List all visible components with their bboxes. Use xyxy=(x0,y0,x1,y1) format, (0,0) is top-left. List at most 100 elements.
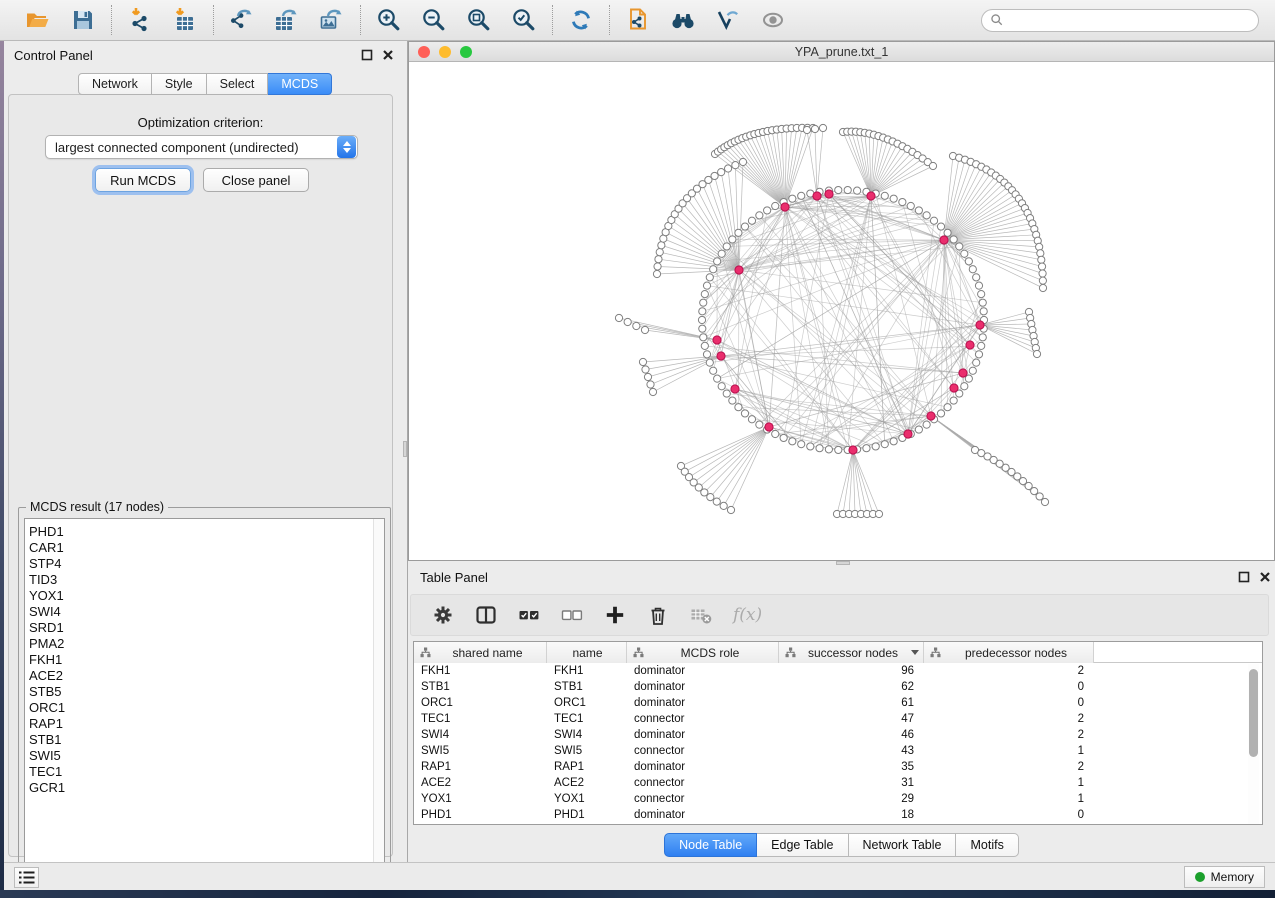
mcds-result-list[interactable]: PHD1CAR1STP4TID3YOX1SWI4SRD1PMA2FKH1ACE2… xyxy=(24,518,385,875)
table-cell[interactable]: RAP1 xyxy=(414,759,547,775)
mcds-result-item[interactable]: SRD1 xyxy=(29,620,384,636)
table-cell[interactable]: RAP1 xyxy=(547,759,627,775)
table-row[interactable]: ORC1ORC1dominator610 xyxy=(414,695,1262,711)
table-cell[interactable]: connector xyxy=(627,711,779,727)
table-cell[interactable]: TEC1 xyxy=(547,711,627,727)
table-cell[interactable]: SWI5 xyxy=(547,743,627,759)
table-cell[interactable]: YOX1 xyxy=(547,791,627,807)
mcds-result-item[interactable]: RAP1 xyxy=(29,716,384,732)
table-row[interactable]: FKH1FKH1dominator962 xyxy=(414,663,1262,679)
table-cell[interactable]: dominator xyxy=(627,727,779,743)
column-header-predecessor-nodes[interactable]: predecessor nodes xyxy=(924,642,1094,663)
table-cell[interactable]: connector xyxy=(627,743,779,759)
table-cell[interactable]: 0 xyxy=(924,695,1094,711)
mcds-result-item[interactable]: PMA2 xyxy=(29,636,384,652)
zoom-fit-button[interactable] xyxy=(465,6,493,34)
export-image-button[interactable] xyxy=(318,6,346,34)
tab-network[interactable]: Network xyxy=(78,73,152,95)
table-cell[interactable]: FKH1 xyxy=(547,663,627,679)
table-cell[interactable]: 46 xyxy=(779,727,924,743)
table-settings-button[interactable] xyxy=(432,602,454,628)
network-view-titlebar[interactable]: YPA_prune.txt_1 xyxy=(409,42,1274,62)
column-header-MCDS-role[interactable]: MCDS role xyxy=(627,642,779,663)
table-cell[interactable]: SWI4 xyxy=(414,727,547,743)
show-columns-button[interactable] xyxy=(475,602,497,628)
tab-mcds[interactable]: MCDS xyxy=(268,73,332,95)
zoom-out-button[interactable] xyxy=(420,6,448,34)
delete-columns-button[interactable] xyxy=(647,602,669,628)
table-cell[interactable]: STB1 xyxy=(547,679,627,695)
export-table-button[interactable] xyxy=(273,6,301,34)
table-cell[interactable]: ACE2 xyxy=(414,775,547,791)
table-cell[interactable]: 2 xyxy=(924,711,1094,727)
apply-preferred-layout-button[interactable] xyxy=(567,6,595,34)
network-canvas[interactable] xyxy=(409,62,1274,560)
table-cell[interactable]: 29 xyxy=(779,791,924,807)
hide-graphics-details-button[interactable] xyxy=(714,6,742,34)
table-cell[interactable]: 61 xyxy=(779,695,924,711)
open-session-button[interactable] xyxy=(24,6,52,34)
select-all-rows-button[interactable] xyxy=(518,602,540,628)
table-cell[interactable]: 62 xyxy=(779,679,924,695)
table-cell[interactable]: 2 xyxy=(924,759,1094,775)
table-cell[interactable]: 43 xyxy=(779,743,924,759)
table-cell[interactable]: PHD1 xyxy=(414,807,547,823)
tab-network-table[interactable]: Network Table xyxy=(849,833,957,857)
table-cell[interactable]: PHD1 xyxy=(547,807,627,823)
save-session-button[interactable] xyxy=(69,6,97,34)
table-row[interactable]: TEC1TEC1connector472 xyxy=(414,711,1262,727)
import-network-button[interactable] xyxy=(126,6,154,34)
export-network-button[interactable] xyxy=(228,6,256,34)
table-cell[interactable]: dominator xyxy=(627,807,779,823)
mcds-list-scrollbar[interactable] xyxy=(373,519,384,874)
table-row[interactable]: SWI5SWI5connector431 xyxy=(414,743,1262,759)
scrollbar-thumb[interactable] xyxy=(1249,669,1258,757)
table-cell[interactable]: ACE2 xyxy=(547,775,627,791)
search-input[interactable] xyxy=(1004,13,1250,27)
table-cell[interactable]: dominator xyxy=(627,759,779,775)
zoom-in-button[interactable] xyxy=(375,6,403,34)
table-cell[interactable]: YOX1 xyxy=(414,791,547,807)
mcds-result-item[interactable]: CAR1 xyxy=(29,540,384,556)
table-cell[interactable]: 1 xyxy=(924,791,1094,807)
panel-menu-button[interactable] xyxy=(14,867,39,888)
table-cell[interactable]: ORC1 xyxy=(547,695,627,711)
mcds-result-item[interactable]: GCR1 xyxy=(29,780,384,796)
table-cell[interactable]: dominator xyxy=(627,695,779,711)
mcds-result-item[interactable]: STP4 xyxy=(29,556,384,572)
mcds-result-item[interactable]: TID3 xyxy=(29,572,384,588)
mcds-result-item[interactable]: TEC1 xyxy=(29,764,384,780)
close-panel-button[interactable]: Close panel xyxy=(203,168,309,192)
tab-node-table[interactable]: Node Table xyxy=(664,833,757,857)
float-window-icon[interactable] xyxy=(1236,570,1251,584)
table-cell[interactable]: TEC1 xyxy=(414,711,547,727)
table-cell[interactable]: SWI5 xyxy=(414,743,547,759)
clear-selection-button[interactable] xyxy=(561,602,583,628)
mcds-result-item[interactable]: PHD1 xyxy=(29,524,384,540)
table-cell[interactable]: connector xyxy=(627,775,779,791)
table-row[interactable]: YOX1YOX1connector291 xyxy=(414,791,1262,807)
import-table-button[interactable] xyxy=(171,6,199,34)
splitter-grip[interactable] xyxy=(403,441,407,457)
column-header-name[interactable]: name xyxy=(547,642,627,663)
mcds-result-item[interactable]: SWI4 xyxy=(29,604,384,620)
memory-button[interactable]: Memory xyxy=(1184,866,1265,888)
table-row[interactable]: SWI4SWI4dominator462 xyxy=(414,727,1262,743)
mcds-result-item[interactable]: STB1 xyxy=(29,732,384,748)
tab-select[interactable]: Select xyxy=(207,73,269,95)
table-row[interactable]: RAP1RAP1dominator352 xyxy=(414,759,1262,775)
table-cell[interactable]: 31 xyxy=(779,775,924,791)
table-cell[interactable]: 2 xyxy=(924,663,1094,679)
table-cell[interactable]: 1 xyxy=(924,775,1094,791)
table-cell[interactable]: 2 xyxy=(924,727,1094,743)
column-header-shared-name[interactable]: shared name xyxy=(414,642,547,663)
table-cell[interactable]: 96 xyxy=(779,663,924,679)
table-cell[interactable]: FKH1 xyxy=(414,663,547,679)
splitter-grip[interactable] xyxy=(836,561,850,565)
mcds-result-item[interactable]: YOX1 xyxy=(29,588,384,604)
criterion-select[interactable]: largest connected component (undirected) xyxy=(45,135,358,159)
table-row[interactable]: PHD1PHD1dominator180 xyxy=(414,807,1262,823)
table-cell[interactable]: ORC1 xyxy=(414,695,547,711)
table-cell[interactable]: 1 xyxy=(924,743,1094,759)
table-cell[interactable]: 0 xyxy=(924,679,1094,695)
